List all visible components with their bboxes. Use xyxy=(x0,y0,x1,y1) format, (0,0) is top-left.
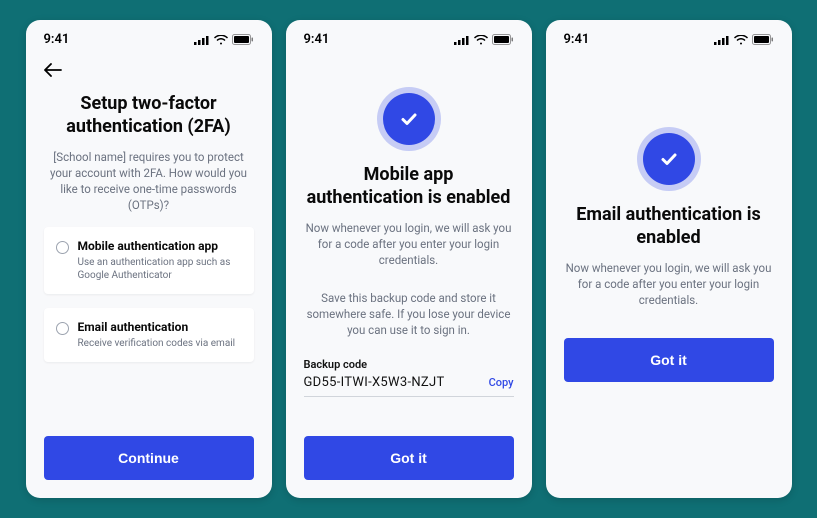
status-time: 9:41 xyxy=(304,32,330,47)
signal-icon xyxy=(194,35,210,45)
status-time: 9:41 xyxy=(564,32,590,47)
battery-icon xyxy=(492,34,514,45)
status-icons xyxy=(714,34,774,45)
success-badge xyxy=(383,93,435,145)
continue-button[interactable]: Continue xyxy=(44,436,254,480)
screen-email-enabled: 9:41 Email authentication is enabled Now… xyxy=(546,20,792,498)
copy-button[interactable]: Copy xyxy=(489,376,514,389)
screen-setup-2fa: 9:41 Setup two-factor authentication (2F… xyxy=(26,20,272,498)
success-badge xyxy=(643,133,695,185)
page-subtitle-secondary: Save this backup code and store it somew… xyxy=(304,290,514,338)
got-it-button[interactable]: Got it xyxy=(304,436,514,480)
arrow-left-icon xyxy=(44,63,62,77)
option-mobile-app[interactable]: Mobile authentication app Use an authent… xyxy=(44,227,254,294)
status-icons xyxy=(194,34,254,45)
backup-code-row: GD55-ITWI-X5W3-NZJT Copy xyxy=(304,375,514,397)
back-button[interactable] xyxy=(26,53,272,82)
page-subtitle: Now whenever you login, we will ask you … xyxy=(564,260,774,308)
page-title: Email authentication is enabled xyxy=(564,203,774,250)
status-bar: 9:41 xyxy=(286,20,532,53)
page-subtitle: [School name] requires you to protect yo… xyxy=(44,149,254,213)
option-desc: Receive verification codes via email xyxy=(78,337,242,350)
status-bar: 9:41 xyxy=(546,20,792,53)
battery-icon xyxy=(232,34,254,45)
check-icon xyxy=(398,108,420,130)
screen-mobile-enabled: 9:41 Mobile app authentication is enable… xyxy=(286,20,532,498)
backup-code-label: Backup code xyxy=(304,358,514,371)
option-email[interactable]: Email authentication Receive verificatio… xyxy=(44,308,254,362)
radio-icon xyxy=(56,322,69,335)
signal-icon xyxy=(454,35,470,45)
got-it-button[interactable]: Got it xyxy=(564,338,774,382)
page-subtitle: Now whenever you login, we will ask you … xyxy=(304,220,514,268)
wifi-icon xyxy=(734,35,748,45)
radio-icon xyxy=(56,241,69,254)
battery-icon xyxy=(752,34,774,45)
page-title: Setup two-factor authentication (2FA) xyxy=(44,92,254,139)
option-desc: Use an authentication app such as Google… xyxy=(78,256,242,282)
wifi-icon xyxy=(214,35,228,45)
option-title: Email authentication xyxy=(78,320,242,334)
status-time: 9:41 xyxy=(44,32,70,47)
status-icons xyxy=(454,34,514,45)
page-title: Mobile app authentication is enabled xyxy=(304,163,514,210)
wifi-icon xyxy=(474,35,488,45)
status-bar: 9:41 xyxy=(26,20,272,53)
backup-code-value: GD55-ITWI-X5W3-NZJT xyxy=(304,375,445,390)
option-title: Mobile authentication app xyxy=(78,239,242,253)
check-icon xyxy=(658,148,680,170)
signal-icon xyxy=(714,35,730,45)
